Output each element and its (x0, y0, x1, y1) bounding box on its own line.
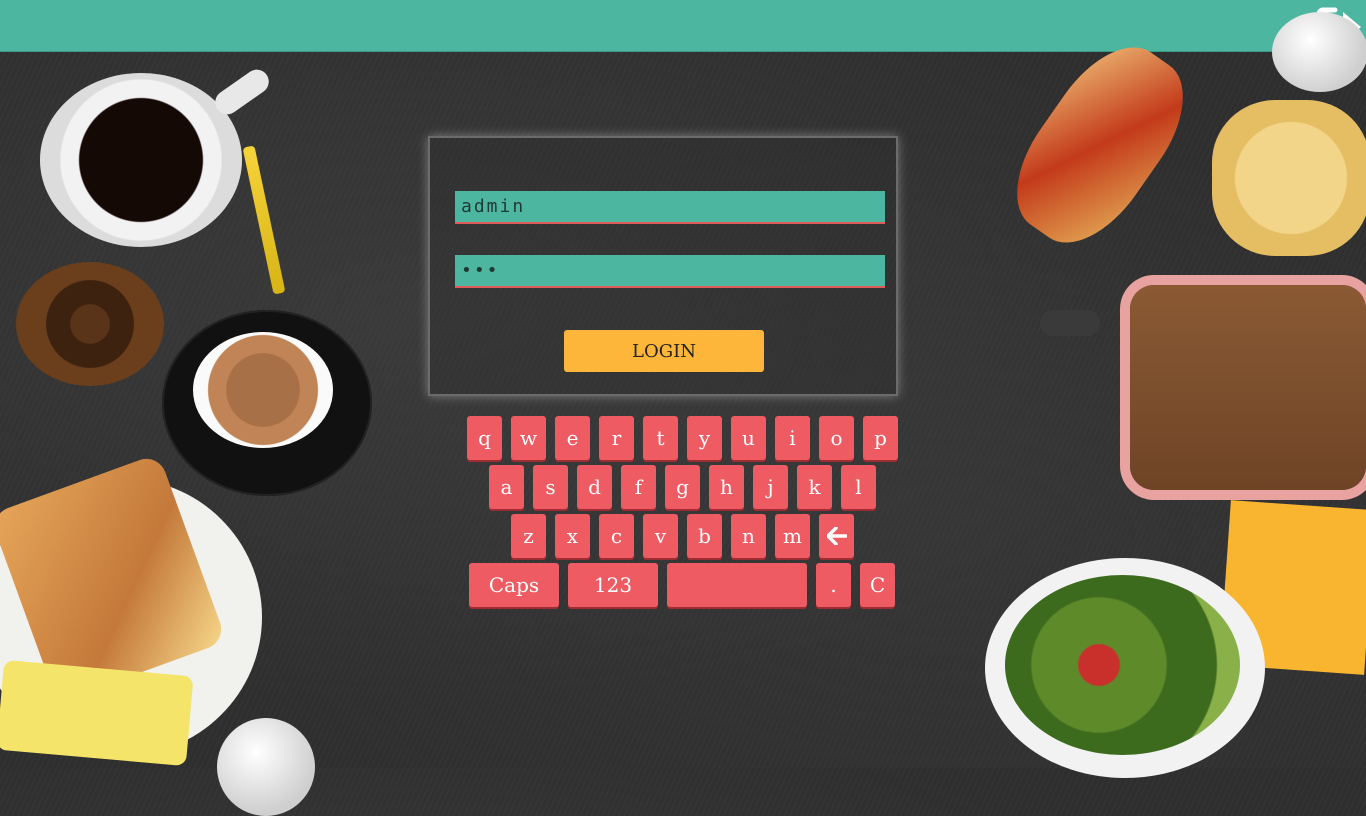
golf-tee-image (242, 145, 286, 295)
login-panel: admin ••• LOGIN (428, 136, 898, 396)
password-input[interactable]: ••• (455, 255, 885, 288)
golf-club-image (1040, 310, 1100, 336)
login-button[interactable]: LOGIN (564, 330, 764, 372)
key[interactable]: t (643, 416, 678, 460)
coffee-cup-image (40, 73, 242, 247)
key[interactable]: q (467, 416, 502, 460)
key[interactable]: h (709, 465, 744, 509)
key[interactable]: r (599, 416, 634, 460)
golf-ball-image-top (1272, 12, 1366, 92)
key[interactable]: j (753, 465, 788, 509)
clear-key[interactable]: C (860, 563, 895, 607)
key[interactable]: u (731, 416, 766, 460)
key[interactable]: e (555, 416, 590, 460)
key[interactable]: s (533, 465, 568, 509)
backspace-key[interactable] (819, 514, 854, 558)
chips-image (1212, 100, 1366, 256)
space-key[interactable] (667, 563, 807, 607)
pineapple-image (0, 659, 194, 767)
key[interactable]: w (511, 416, 546, 460)
key[interactable]: x (555, 514, 590, 558)
caps-key[interactable]: Caps (469, 563, 559, 607)
coffee-beans-image (16, 262, 164, 386)
key[interactable]: c (599, 514, 634, 558)
key[interactable]: o (819, 416, 854, 460)
numbers-key[interactable]: 123 (568, 563, 658, 607)
hotdog-image (992, 25, 1208, 265)
espresso-cup-image (193, 332, 333, 448)
key[interactable]: a (489, 465, 524, 509)
cup-handle (210, 64, 274, 120)
backspace-arrow-icon (826, 527, 847, 545)
salad-image (1005, 575, 1240, 755)
key[interactable]: i (775, 416, 810, 460)
key[interactable]: m (775, 514, 810, 558)
bread-sandwich-image (1130, 285, 1366, 490)
key[interactable]: f (621, 465, 656, 509)
key[interactable]: n (731, 514, 766, 558)
golf-ball-image (217, 718, 315, 816)
key[interactable]: d (577, 465, 612, 509)
dot-key[interactable]: . (816, 563, 851, 607)
key[interactable]: l (841, 465, 876, 509)
key[interactable]: z (511, 514, 546, 558)
key[interactable]: g (665, 465, 700, 509)
key[interactable]: v (643, 514, 678, 558)
username-input[interactable]: admin (455, 191, 885, 224)
key[interactable]: y (687, 416, 722, 460)
key[interactable]: k (797, 465, 832, 509)
key[interactable]: b (687, 514, 722, 558)
top-bar (0, 0, 1366, 52)
key[interactable]: p (863, 416, 898, 460)
